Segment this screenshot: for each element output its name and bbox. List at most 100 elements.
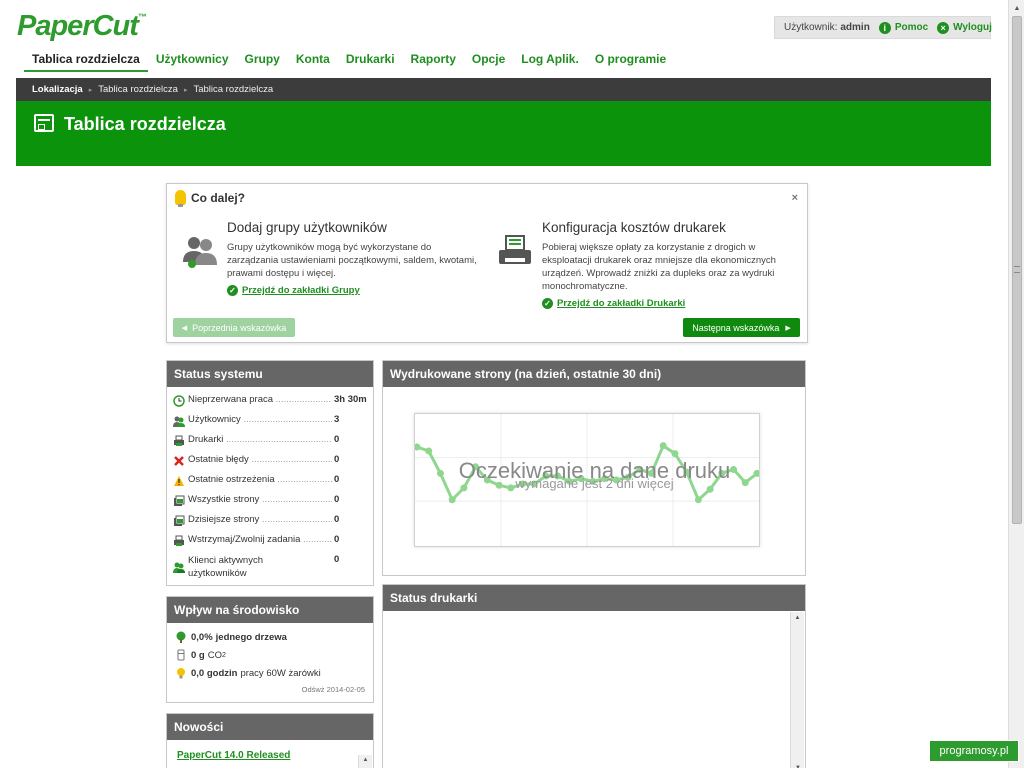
system-status-panel: Status systemu Nieprzerwana praca ......… [166, 360, 374, 586]
page-scrollbar[interactable]: ▲ ▼ [1008, 0, 1024, 768]
pages-icon [174, 515, 185, 526]
breadcrumb-item: Tablica rozdzielcza [193, 84, 274, 95]
dashboard-icon [34, 114, 54, 132]
data-point [671, 450, 679, 458]
breadcrumb-item[interactable]: Tablica rozdzielcza [98, 84, 178, 95]
cylinder-icon [177, 649, 185, 661]
nav-accounts[interactable]: Konta [288, 51, 338, 72]
pages-icon [174, 495, 185, 506]
lightbulb-icon [175, 190, 186, 207]
news-title: Nowości [167, 714, 373, 740]
users-icon [173, 416, 185, 427]
env-bulb: 0,0 godzin pracy 60W żarówki [175, 667, 321, 679]
nav-dashboard[interactable]: Tablica rozdzielcza [24, 51, 148, 72]
data-point [425, 447, 433, 455]
status-label: Ostatnie ostrzeżenia ...................… [188, 474, 332, 485]
previous-tip-button[interactable]: ◀ Poprzednia wskazówka [173, 318, 295, 337]
nav-printers[interactable]: Drukarki [338, 51, 403, 72]
data-point [694, 496, 702, 504]
status-label: Wszystkie strony .......................… [188, 494, 332, 505]
watermark: programosy.pl [929, 740, 1019, 762]
scroll-down-icon[interactable]: ▼ [791, 762, 805, 768]
data-point [659, 442, 667, 450]
news-link[interactable]: PaperCut 14.0 Released [177, 750, 290, 761]
system-status-title: Status systemu [167, 361, 373, 387]
tip-add-groups: Dodaj grupy użytkowników Grupy użytkowni… [227, 220, 477, 296]
status-label: Drukarki ...............................… [188, 434, 332, 445]
status-label: Nieprzerwana praca .....................… [188, 394, 332, 405]
page-title: Tablica rozdzielcza [64, 114, 226, 134]
status-row-errors: Ostatnie błędy .........................… [173, 454, 339, 467]
warning-icon [174, 476, 184, 486]
news-item: PaperCut 14.0 Released [177, 749, 290, 761]
status-value: 0 [334, 474, 340, 485]
breadcrumb: Lokalizacja ▸ Tablica rozdzielcza ▸ Tabl… [16, 78, 991, 101]
close-circle-icon: × [937, 21, 950, 34]
env-co2: 0 g CO 2 [175, 649, 226, 661]
status-value: 0 [334, 554, 340, 565]
news-scrollbar[interactable]: ▲ [358, 755, 372, 768]
tips-panel: Co dalej? × Dodaj grupy użytkowników Gru… [166, 183, 808, 343]
lightbulb-icon [177, 668, 185, 679]
tree-icon [176, 631, 186, 643]
chevron-right-icon: ▶ [785, 324, 791, 332]
environment-panel: Wpływ na środowisko 0,0% jednego drzewa 0… [166, 596, 374, 703]
env-refreshed: Odśwż 2014-02-05 [301, 685, 365, 694]
error-x-icon [174, 456, 184, 466]
printer-status-title: Status drukarki [383, 585, 805, 611]
tips-header: Co dalej? [175, 190, 246, 207]
status-row-warnings: Ostatnie ostrzeżenia ...................… [173, 474, 339, 487]
go-printers-link[interactable]: ✓ Przejdź do zakładki Drukarki [542, 298, 792, 309]
status-row-all-pages: Wszystkie strony .......................… [173, 494, 339, 507]
nav-reports[interactable]: Raporty [403, 51, 464, 72]
page-header-banner: Tablica rozdzielcza [16, 101, 991, 166]
scroll-up-icon[interactable]: ▲ [359, 755, 372, 765]
status-value: 0 [334, 454, 340, 465]
help-link[interactable]: i Pomoc [878, 21, 928, 34]
logout-link[interactable]: × Wyloguj [937, 21, 992, 34]
check-icon: ✓ [542, 298, 553, 309]
status-row-users: Użytkownicy ............................… [173, 414, 339, 427]
main-nav: Tablica rozdzielcza Użytkownicy Grupy Ko… [24, 51, 674, 72]
status-label: Dzisiejsze strony ......................… [188, 514, 332, 525]
info-icon: i [878, 21, 891, 34]
pages-chart-title: Wydrukowane strony (na dzień, ostatnie 3… [383, 361, 805, 387]
data-point [448, 496, 456, 504]
papercut-logo[interactable]: PaperCut™ [17, 10, 147, 43]
breadcrumb-location: Lokalizacja [32, 84, 83, 95]
nav-app-log[interactable]: Log Aplik. [513, 51, 587, 72]
check-icon: ✓ [227, 285, 238, 296]
status-row-hold-release: Wstrzymaj/Zwolnij zadania ........... 0 [173, 534, 339, 547]
status-label: Wstrzymaj/Zwolnij zadania ........... [188, 534, 332, 545]
user-name: admin [840, 22, 870, 33]
nav-about[interactable]: O programie [587, 51, 674, 72]
status-label: Ostatnie błędy .........................… [188, 454, 332, 465]
status-label: Klienci aktywnych użytkowników [188, 555, 263, 579]
tips-title: Co dalej? [191, 190, 246, 205]
nav-options[interactable]: Opcje [464, 51, 513, 72]
printer-status-panel: Status drukarki ▲ ▼ [382, 584, 806, 768]
scroll-up-icon[interactable]: ▲ [1009, 0, 1024, 16]
page: PaperCut™ Użytkownik: admin i Pomoc × Wylo… [0, 0, 1008, 768]
nav-users[interactable]: Użytkownicy [148, 51, 237, 72]
tip-text: Grupy użytkowników mogą być wykorzystane… [227, 242, 477, 279]
printer-icon [174, 435, 184, 446]
tip-heading: Dodaj grupy użytkowników [227, 220, 387, 235]
status-row-printers: Drukarki ...............................… [173, 434, 339, 447]
user-box: Użytkownik: admin i Pomoc × Wyloguj [774, 16, 992, 39]
scroll-up-icon[interactable]: ▲ [791, 612, 804, 624]
nav-groups[interactable]: Grupy [237, 51, 288, 72]
next-tip-button[interactable]: Następna wskazówka ▶ [683, 318, 800, 337]
status-value: 3 [334, 414, 340, 425]
go-groups-link[interactable]: ✓ Przejdź do zakładki Grupy [227, 285, 477, 296]
close-icon[interactable]: × [792, 192, 798, 204]
status-value: 0 [334, 514, 340, 525]
status-row-today-pages: Dzisiejsze strony ......................… [173, 514, 339, 527]
waiting-submessage: wymagane jest 2 dni więcej [515, 476, 674, 491]
tip-heading: Konfiguracja kosztów drukarek [542, 220, 726, 235]
tip-text: Pobieraj większe opłaty za korzystanie z… [542, 242, 776, 292]
chevron-left-icon: ◀ [181, 324, 188, 332]
printer-status-scrollbar[interactable]: ▲ ▼ [790, 612, 804, 768]
status-label: Użytkownicy ............................… [188, 414, 332, 425]
user-group-icon [183, 237, 217, 268]
